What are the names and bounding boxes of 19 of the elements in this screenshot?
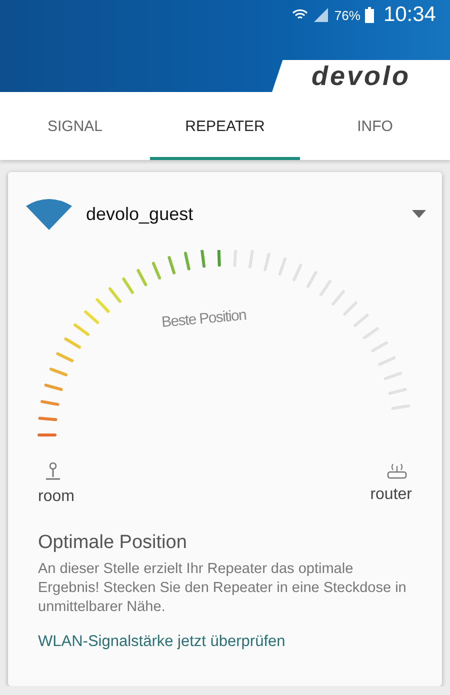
tab[interactable]: REPEATER xyxy=(150,92,300,160)
position-description: An dieser Stelle erzielt Ihr Repeater das optimale Ergebnis! Stecken Sie den Repeater in eine Steckdose in unmittelbarer Nähe. xyxy=(38,560,408,617)
check-signal-link[interactable]: WLAN-Signalstärke jetzt überprüfen xyxy=(38,633,412,651)
signal-icon xyxy=(313,7,330,23)
dropdown-icon[interactable] xyxy=(412,210,426,218)
room-label: room xyxy=(38,488,74,506)
network-name: devolo_guest xyxy=(86,204,194,224)
logo: devolo xyxy=(311,60,410,92)
router-label: router xyxy=(370,486,412,504)
wifi-icon xyxy=(26,198,72,230)
tab[interactable]: SIGNAL xyxy=(0,92,150,160)
pin-icon xyxy=(44,462,62,482)
tab[interactable]: INFO xyxy=(300,92,450,160)
clock: 10:34 xyxy=(383,3,436,27)
gauge-label: Beste Position xyxy=(160,306,247,331)
router-icon xyxy=(386,462,408,480)
position-title: Optimale Position xyxy=(38,532,188,554)
battery-icon xyxy=(365,7,374,23)
battery-percent: 76% xyxy=(334,8,360,22)
